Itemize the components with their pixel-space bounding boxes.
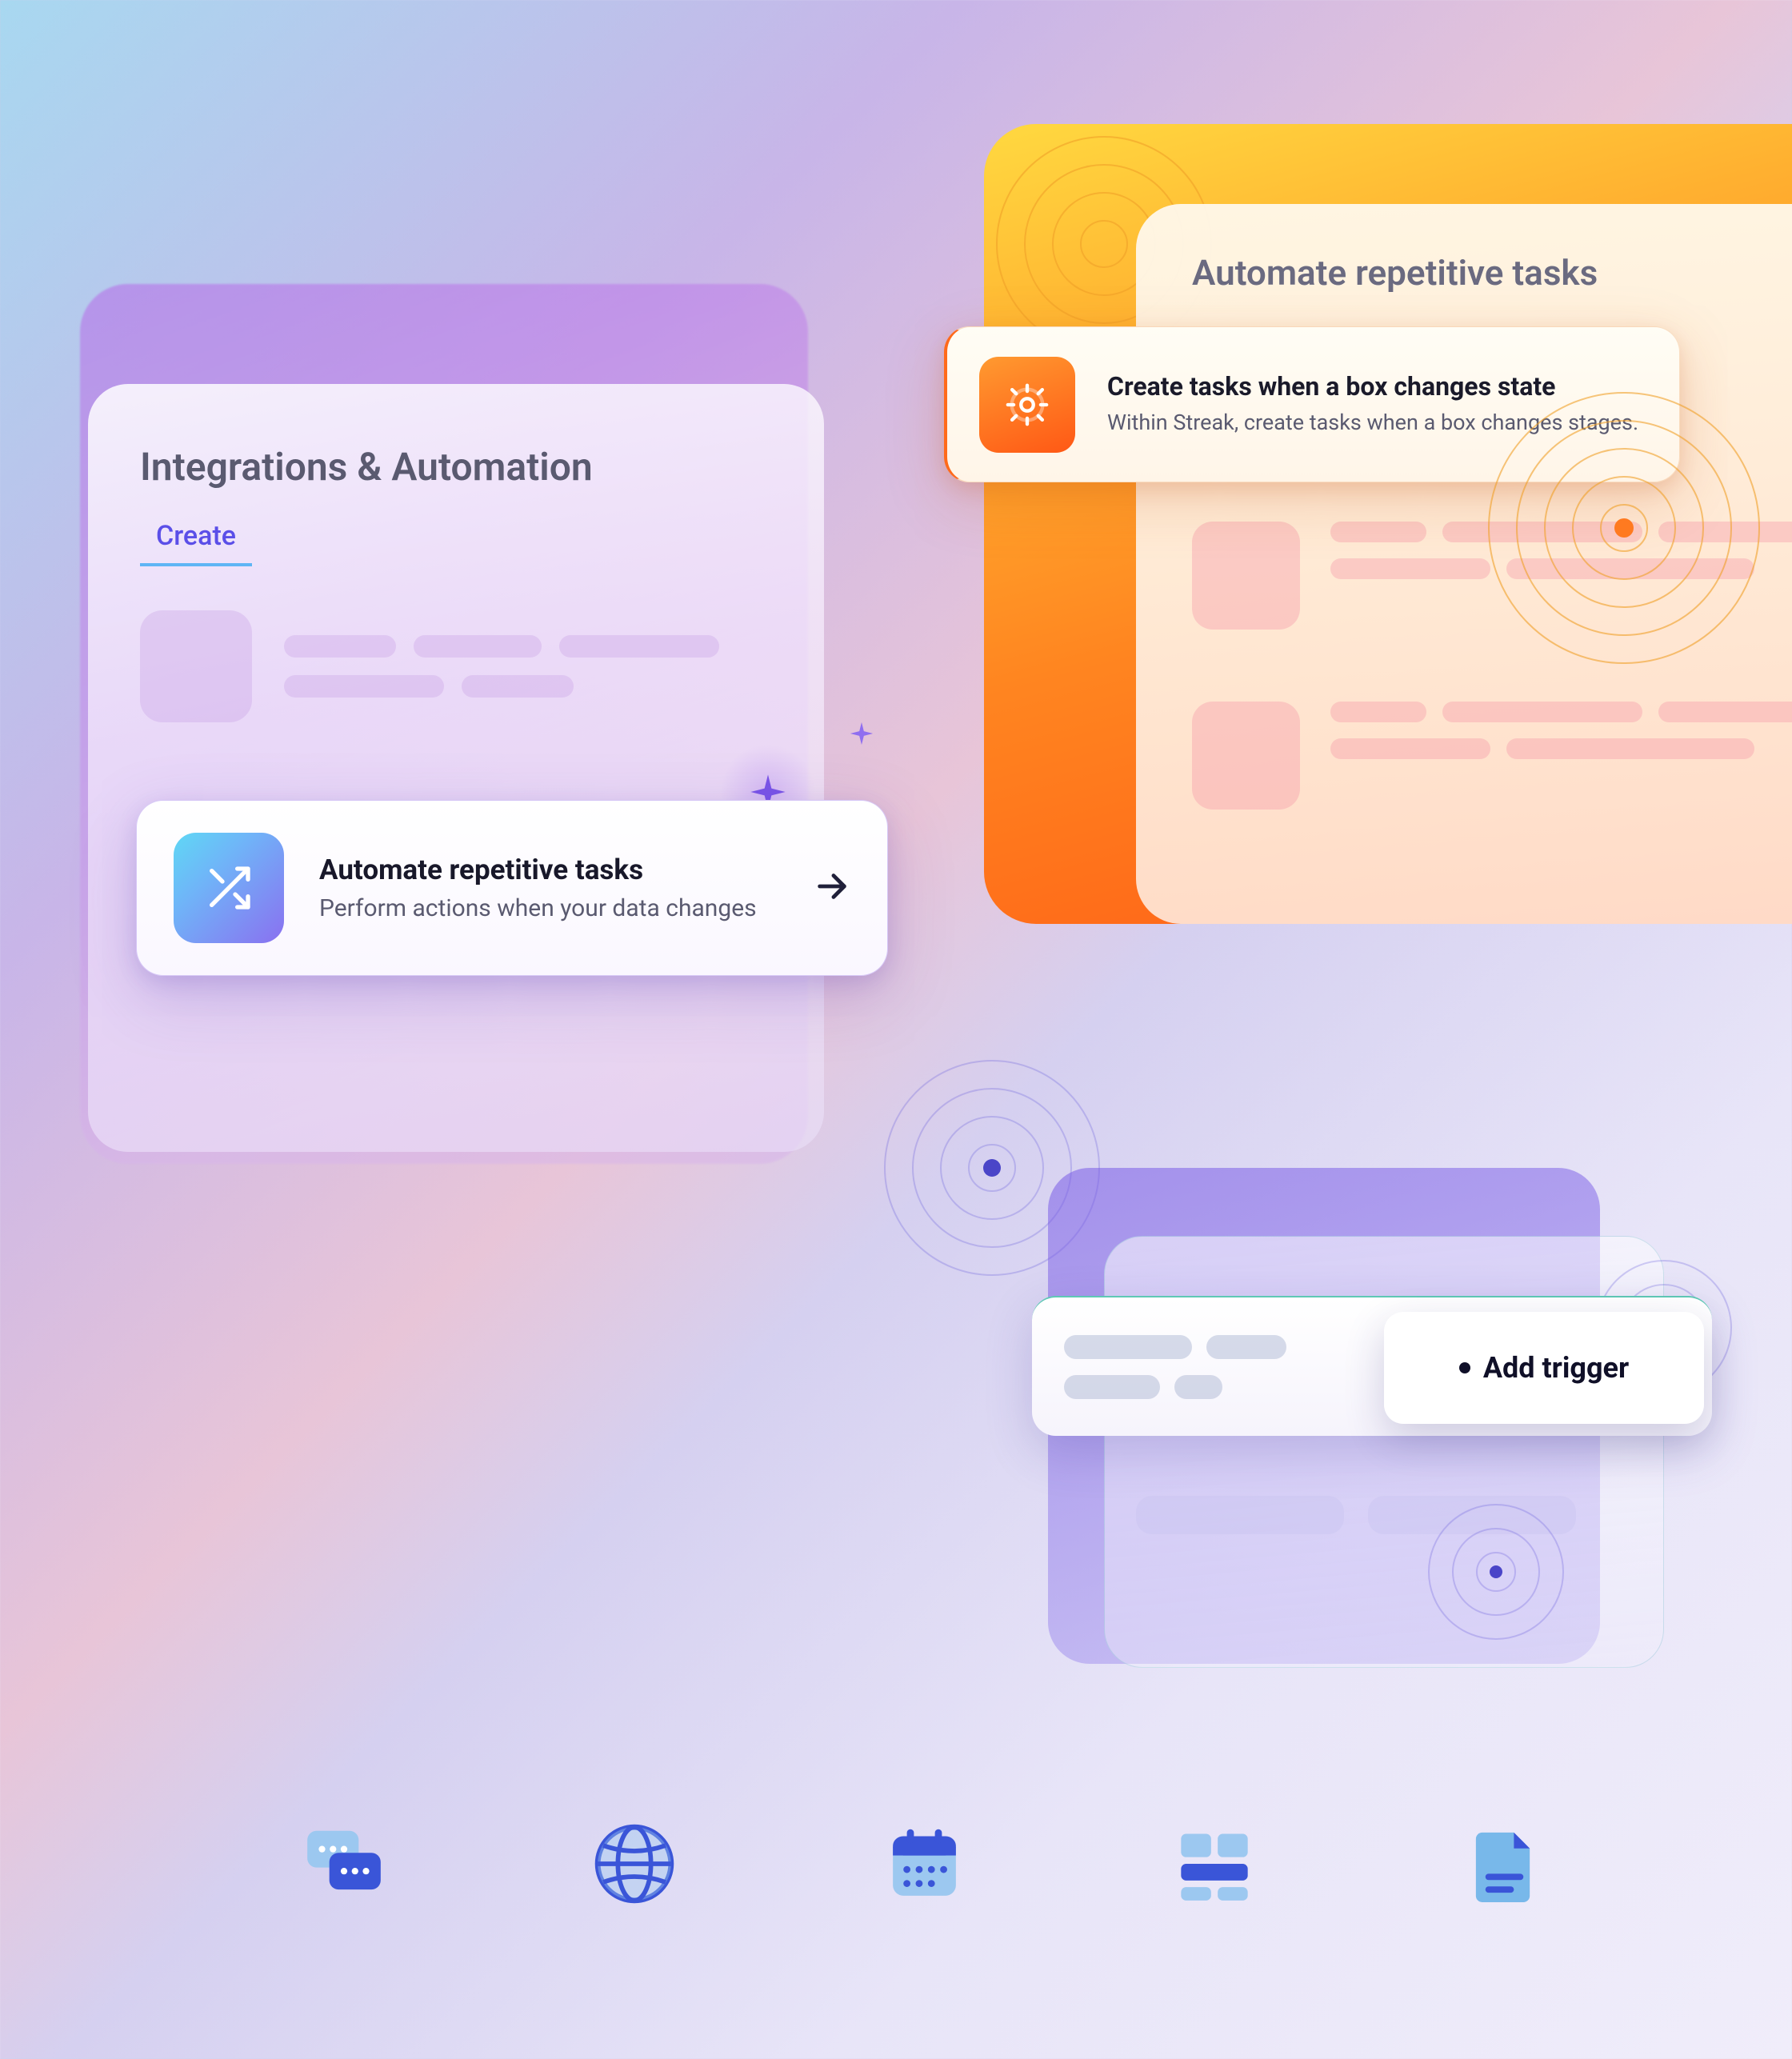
placeholder-line bbox=[1442, 702, 1642, 722]
placeholder-line bbox=[414, 635, 542, 658]
placeholder-line bbox=[1206, 1335, 1286, 1359]
integrations-tabs: Create bbox=[140, 520, 772, 566]
placeholder-line bbox=[1506, 738, 1754, 759]
placeholder-lines bbox=[284, 635, 719, 698]
arrow-right-icon bbox=[814, 868, 850, 908]
create-tasks-subtitle: Within Streak, create tasks when a box c… bbox=[1107, 408, 1647, 437]
placeholder-line bbox=[1330, 738, 1490, 759]
placeholder-line bbox=[559, 635, 719, 658]
placeholder-line bbox=[1658, 702, 1792, 722]
placeholder-line bbox=[1442, 522, 1642, 542]
shuffle-icon bbox=[174, 833, 284, 943]
placeholder-thumb bbox=[140, 610, 252, 722]
chat-icon bbox=[296, 1816, 392, 1912]
placeholder-list-item bbox=[140, 610, 772, 722]
placeholder-line bbox=[1174, 1375, 1222, 1399]
placeholder-line bbox=[462, 675, 574, 698]
integrations-panel: Integrations & Automation Create bbox=[88, 384, 824, 1152]
placeholder-thumb bbox=[1192, 522, 1300, 630]
globe-icon bbox=[586, 1816, 682, 1912]
feature-icon-row bbox=[296, 1816, 1552, 1912]
document-icon bbox=[1456, 1816, 1552, 1912]
placeholder-line bbox=[1330, 558, 1490, 579]
placeholder-line bbox=[1658, 522, 1792, 542]
automate-tasks-card[interactable]: Automate repetitive tasks Perform action… bbox=[136, 800, 888, 976]
placeholder-thumb bbox=[1192, 702, 1300, 810]
placeholder-list-item bbox=[1192, 702, 1792, 810]
calendar-icon bbox=[876, 1816, 972, 1912]
placeholder-block bbox=[1136, 1496, 1344, 1534]
placeholder-line bbox=[1330, 522, 1426, 542]
grid-icon bbox=[1166, 1816, 1262, 1912]
orange-panel: Automate repetitive tasks bbox=[1136, 204, 1792, 924]
placeholder-line bbox=[1064, 1335, 1192, 1359]
placeholder-line bbox=[284, 675, 444, 698]
create-tasks-card[interactable]: Create tasks when a box changes state Wi… bbox=[944, 326, 1680, 482]
automate-card-subtitle: Perform actions when your data changes bbox=[319, 894, 778, 922]
placeholder-line bbox=[284, 635, 396, 658]
create-tasks-title: Create tasks when a box changes state bbox=[1107, 371, 1647, 402]
placeholder-line bbox=[1506, 558, 1754, 579]
placeholder-row bbox=[1136, 1496, 1576, 1534]
placeholder-line bbox=[1330, 702, 1426, 722]
orange-panel-title: Automate repetitive tasks bbox=[1192, 252, 1792, 294]
gear-icon bbox=[979, 357, 1075, 453]
placeholder-line bbox=[1064, 1375, 1160, 1399]
integrations-title: Integrations & Automation bbox=[140, 444, 772, 490]
placeholder-list-item bbox=[1192, 522, 1792, 630]
add-trigger-label: Add trigger bbox=[1483, 1351, 1629, 1385]
tab-create[interactable]: Create bbox=[140, 520, 252, 566]
placeholder-block bbox=[1368, 1496, 1576, 1534]
automate-card-title: Automate repetitive tasks bbox=[319, 854, 778, 886]
sparkle-icon bbox=[848, 720, 875, 750]
bullet-icon bbox=[1459, 1362, 1470, 1373]
add-trigger-button[interactable]: Add trigger bbox=[1384, 1312, 1704, 1424]
